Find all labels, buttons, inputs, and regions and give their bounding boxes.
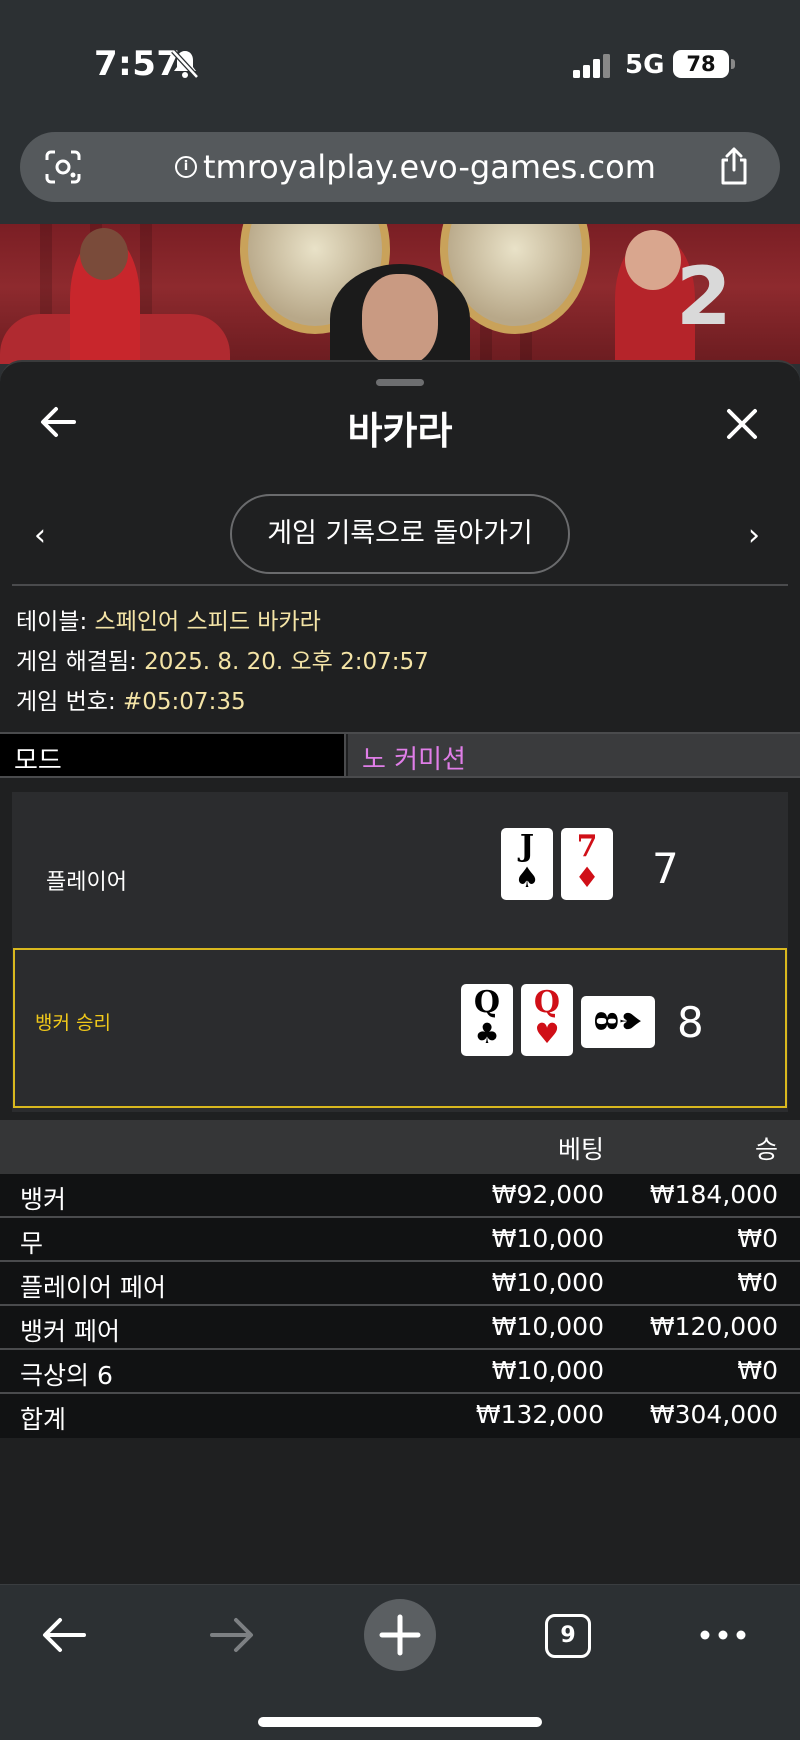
- mode-value: 노 커미션: [362, 745, 466, 775]
- divider: [12, 584, 788, 586]
- camera-lens-icon[interactable]: [44, 149, 82, 185]
- battery-tip: [731, 59, 735, 69]
- banker-win-label: 뱅커 승리: [35, 1012, 111, 1034]
- status-time: 7:57: [94, 44, 181, 84]
- nav-back-icon[interactable]: [40, 1613, 88, 1657]
- panel-title: 바카라: [347, 409, 453, 453]
- new-tab-button[interactable]: [364, 1599, 436, 1671]
- mode-label: 모드: [14, 746, 62, 776]
- resolved-info: 게임 해결됨: 2025. 8. 20. 오후 2:07:57: [16, 649, 429, 675]
- banker-card-3: 8♠: [581, 996, 655, 1048]
- bet-row: 플레이어 페어 ₩10,000 ₩0: [0, 1262, 800, 1306]
- table-info: 테이블: 스페인어 스피드 바카라: [16, 609, 321, 635]
- spade-icon: ♠: [514, 861, 540, 894]
- status-bar: 7:57 5G 78: [0, 0, 800, 120]
- url-text[interactable]: tmroyalplay.evo-games.com: [203, 148, 656, 186]
- player-label: 플레이어: [46, 870, 127, 895]
- game-result-box: 플레이어 J ♠ 7 ♦ 7 뱅커 승리 Q ♣ Q ♥ 8♠ 8: [12, 792, 788, 1112]
- game-number-info: 게임 번호: #05:07:35: [16, 689, 246, 715]
- bet-row: 뱅커 페어 ₩10,000 ₩120,000: [0, 1306, 800, 1350]
- home-indicator[interactable]: [258, 1717, 542, 1727]
- club-icon: ♣: [474, 1017, 500, 1050]
- win-column-header: 승: [754, 1135, 778, 1164]
- bet-row: 극상의 6 ₩10,000 ₩0: [0, 1350, 800, 1394]
- mode-label-cell: 모드: [0, 734, 346, 776]
- battery-icon: 78: [673, 50, 729, 78]
- share-icon[interactable]: [716, 146, 752, 186]
- close-icon[interactable]: [726, 408, 758, 440]
- spade-icon: ♠: [613, 1008, 647, 1034]
- player-score: 7: [652, 844, 679, 893]
- back-to-history-button[interactable]: 게임 기록으로 돌아가기: [230, 494, 570, 574]
- diamond-icon: ♦: [574, 861, 600, 894]
- banker-score: 8: [677, 998, 704, 1047]
- url-bar[interactable]: i tmroyalplay.evo-games.com: [20, 132, 780, 202]
- banker-winner-box: 뱅커 승리 Q ♣ Q ♥ 8♠ 8: [13, 948, 787, 1108]
- round-number: 2: [676, 250, 732, 343]
- next-game-chevron-icon[interactable]: ›: [748, 518, 760, 553]
- prev-game-chevron-icon[interactable]: ‹: [34, 518, 46, 553]
- live-video-backdrop: 2: [0, 224, 800, 364]
- heart-icon: ♥: [534, 1017, 560, 1050]
- browser-toolbar: 9: [0, 1584, 800, 1740]
- banker-card-2: Q ♥: [521, 984, 573, 1056]
- nav-forward-icon[interactable]: [208, 1613, 256, 1657]
- player-card-2: 7 ♦: [561, 828, 613, 900]
- player-card-1: J ♠: [501, 828, 553, 900]
- bet-row: 무 ₩10,000 ₩0: [0, 1218, 800, 1262]
- more-icon[interactable]: [698, 1615, 748, 1655]
- mode-value-cell: 노 커미션: [348, 734, 800, 776]
- site-info-icon[interactable]: i: [175, 156, 197, 178]
- signal-icon: [573, 54, 610, 78]
- bell-off-icon: [171, 49, 199, 79]
- banker-card-1: Q ♣: [461, 984, 513, 1056]
- mode-row: 모드 노 커미션: [0, 732, 800, 778]
- bet-row: 뱅커 ₩92,000 ₩184,000: [0, 1174, 800, 1218]
- network-label: 5G: [625, 50, 665, 80]
- total-row: 합계 ₩132,000 ₩304,000: [0, 1394, 800, 1438]
- drag-handle[interactable]: [376, 379, 424, 386]
- bet-column-header: 베팅: [557, 1135, 604, 1164]
- tabs-button[interactable]: 9: [545, 1614, 591, 1658]
- plus-icon: [379, 1614, 421, 1656]
- game-detail-panel: 바카라 ‹ 게임 기록으로 돌아가기 › 테이블: 스페인어 스피드 바카라 게…: [0, 360, 800, 1584]
- bets-table-header: 베팅 승: [0, 1120, 800, 1174]
